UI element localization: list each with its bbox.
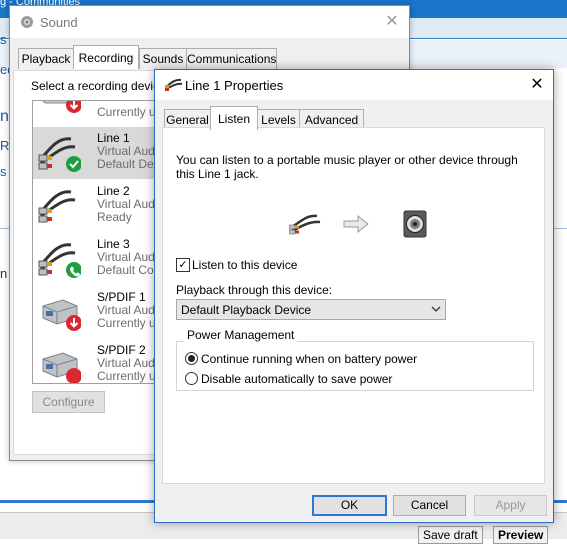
radio-selected-dot [188, 355, 195, 362]
save-draft-button[interactable]: Save draft [418, 526, 483, 544]
configure-button[interactable]: Configure [32, 391, 105, 413]
preview-button[interactable]: Preview [493, 526, 549, 544]
list-item-spdif-1[interactable]: S/PDIF 1 Virtual Aud Currently u [33, 286, 167, 338]
listen-checkbox[interactable]: ✓ [176, 258, 190, 272]
playback-device-select[interactable]: Default Playback Device [176, 299, 446, 320]
apply-button[interactable]: Apply [474, 495, 547, 516]
properties-title: Line 1 Properties [185, 78, 284, 93]
line-in-cable-icon [165, 78, 183, 91]
line-in-cable-icon [38, 243, 81, 278]
device-name: S/PDIF 2 [97, 343, 146, 357]
properties-title-bar[interactable]: Line 1 Properties ✕ [155, 70, 553, 100]
device-status: Currently u [97, 105, 156, 119]
listen-checkbox-label[interactable]: Listen to this device [192, 258, 297, 272]
arrow-right-icon [343, 215, 369, 233]
background-text: n [0, 108, 9, 125]
device-status: Currently u [97, 369, 156, 383]
tab-playback[interactable]: Playback [18, 48, 74, 69]
device-name: S/PDIF 1 [97, 290, 146, 304]
device-name: Line 2 [97, 184, 130, 198]
recording-device-list[interactable]: Currently u Line 1 Virtual Aud Default D… [32, 100, 168, 384]
sound-title-bar[interactable]: Sound ✕ [10, 6, 409, 38]
tab-communications[interactable]: Communications [186, 48, 277, 69]
close-icon[interactable]: ✕ [380, 10, 404, 34]
line-in-cable-icon [38, 137, 81, 172]
playback-device-label: Playback through this device: [176, 283, 333, 297]
device-description: Virtual Aud [97, 197, 155, 211]
device-status: Currently u [97, 316, 156, 330]
power-management-label: Power Management [184, 328, 298, 342]
spdif-device-icon [42, 299, 81, 331]
tab-sounds[interactable]: Sounds [139, 48, 187, 69]
ok-button[interactable]: OK [312, 495, 387, 516]
device-name: Line 1 [97, 131, 130, 145]
background-text: s [0, 164, 7, 179]
device-description: Virtual Aud [97, 250, 155, 264]
tab-listen[interactable]: Listen [210, 106, 258, 130]
device-description: Virtual Aud [97, 144, 155, 158]
continue-running-radio[interactable] [185, 352, 198, 365]
listen-description: You can listen to a portable music playe… [176, 153, 518, 181]
continue-running-label[interactable]: Continue running when on battery power [201, 352, 417, 366]
list-item-line-1[interactable]: Line 1 Virtual Aud Default Dev [33, 127, 167, 179]
close-icon[interactable]: ✕ [525, 73, 549, 97]
sound-title: Sound [40, 15, 78, 30]
spdif-device-icon [42, 352, 81, 383]
list-item-spdif-2[interactable]: S/PDIF 2 Virtual Aud Currently u [33, 339, 167, 383]
chevron-down-icon [431, 306, 441, 312]
cancel-button[interactable]: Cancel [393, 495, 466, 516]
recording-instruction: Select a recording device [31, 79, 166, 93]
device-name: Line 3 [97, 237, 130, 251]
device-description: Virtual Aud [97, 303, 155, 317]
device-description: Virtual Aud [97, 356, 155, 370]
disable-automatically-label[interactable]: Disable automatically to save power [201, 372, 392, 386]
line-in-cable-icon [38, 190, 76, 223]
device-status: Default Co [97, 263, 154, 277]
speaker-icon [403, 210, 427, 238]
device-status: Ready [97, 210, 132, 224]
line-in-cable-icon [289, 214, 321, 235]
disable-automatically-radio[interactable] [185, 372, 198, 385]
microphone-device-icon [42, 101, 81, 113]
list-item[interactable]: Currently u [33, 101, 167, 121]
speaker-icon [21, 16, 33, 28]
list-item-line-2[interactable]: Line 2 Virtual Aud Ready [33, 180, 167, 232]
list-item-line-3[interactable]: Line 3 Virtual Aud Default Co [33, 233, 167, 285]
line-1-properties-dialog: Line 1 Properties ✕ General Listen Level… [154, 69, 554, 523]
playback-device-value: Default Playback Device [181, 303, 312, 317]
tab-recording[interactable]: Recording [73, 45, 139, 69]
device-status: Default Dev [97, 157, 160, 171]
